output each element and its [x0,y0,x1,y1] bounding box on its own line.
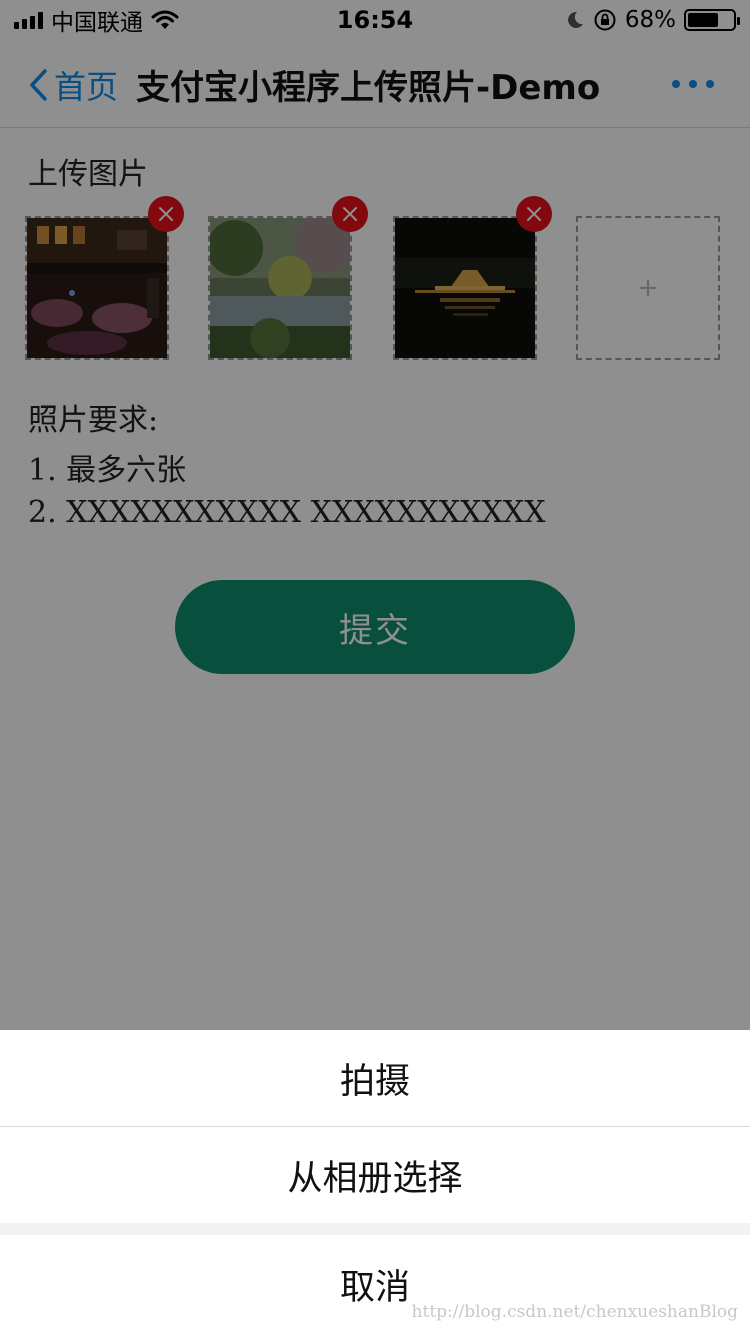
app-screen: 中国联通 16:54 68% 首页 支付宝小程序上传照片-Demo 上传图片 +… [0,0,750,1334]
watermark: http://blog.csdn.net/chenxueshanBlog [411,1302,738,1322]
action-choose-album[interactable]: 从相册选择 [0,1127,750,1223]
action-take-photo[interactable]: 拍摄 [0,1030,750,1126]
action-sheet: 拍摄 从相册选择 取消 http://blog.csdn.net/chenxue… [0,1030,750,1334]
